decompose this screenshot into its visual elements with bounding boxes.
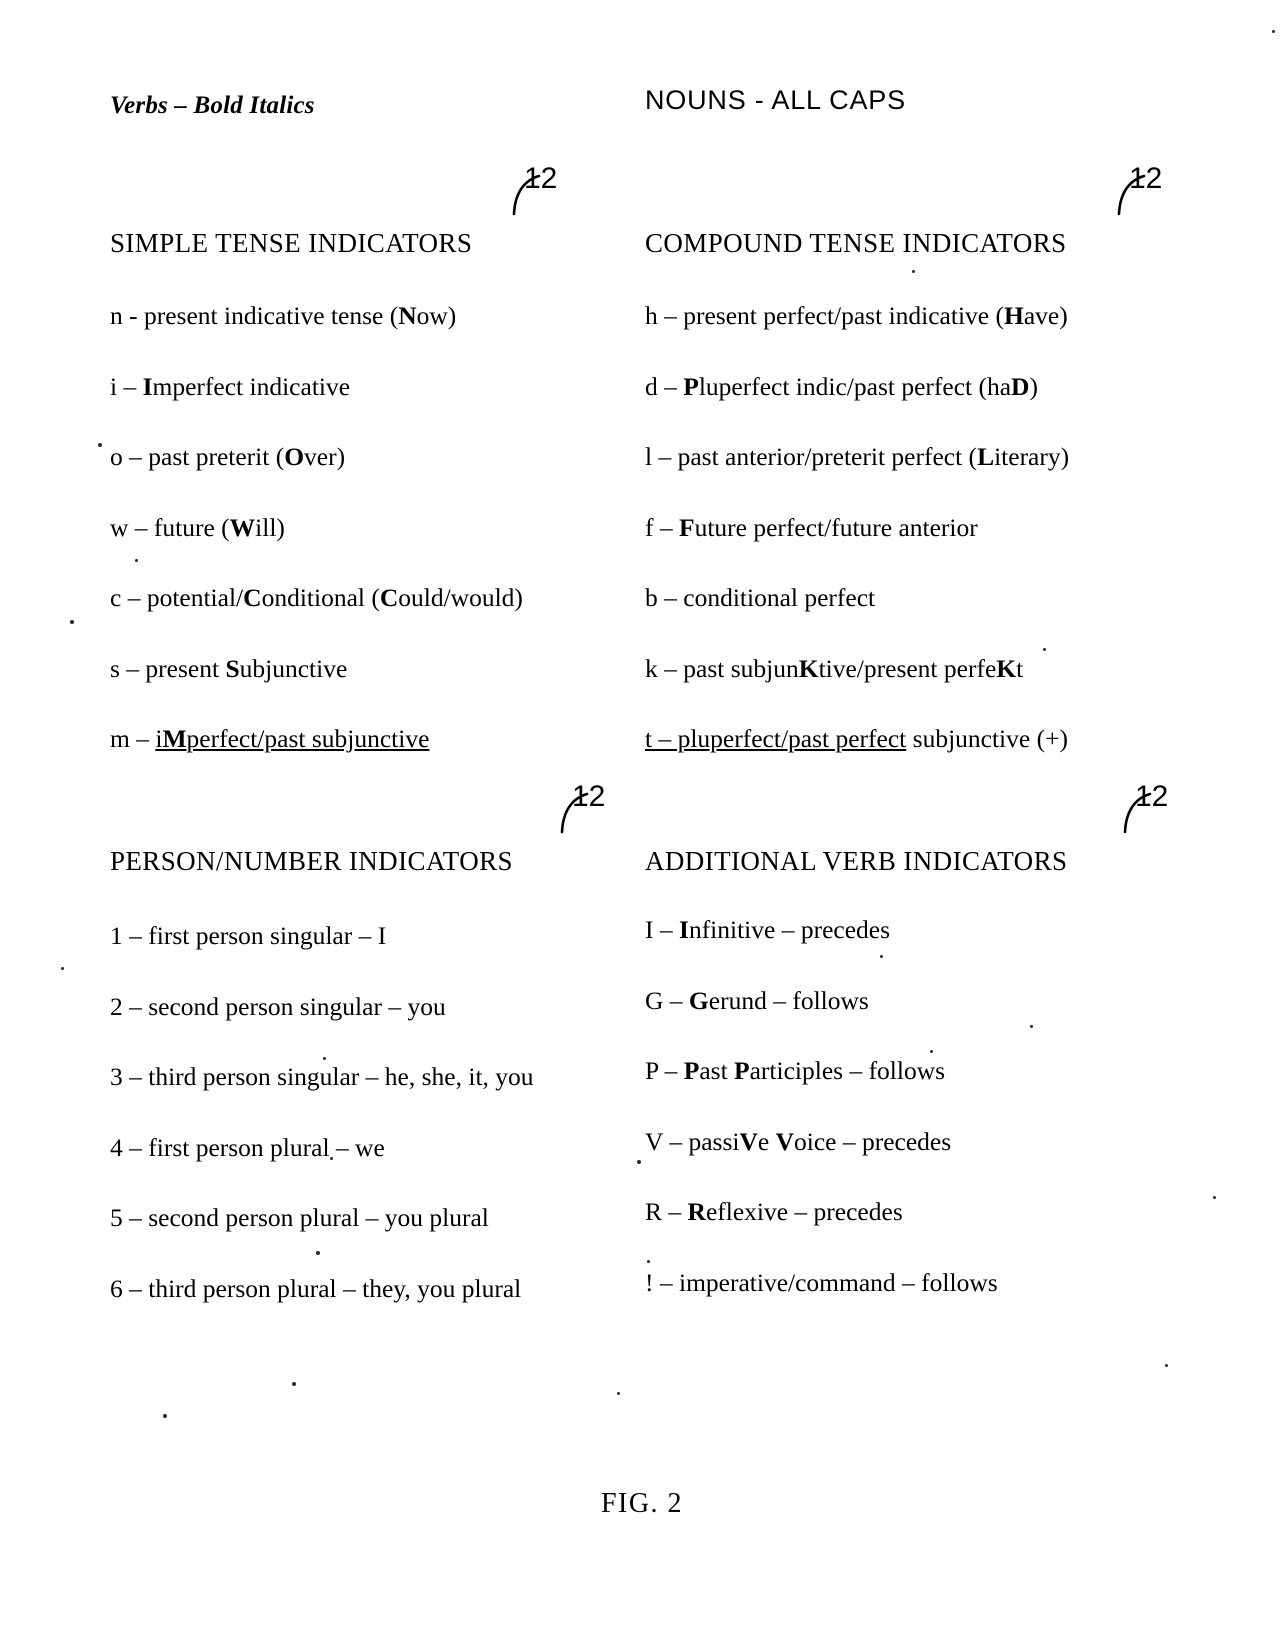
section-title-simple-tense: SIMPLE TENSE INDICATORS — [110, 228, 473, 258]
list-item: b – conditional perfect — [645, 583, 876, 612]
list-additional-verb: I – Infinitive – precedes G – Gerund – f… — [645, 917, 1067, 1295]
list-item: c – potential/Conditional (Could/would) — [110, 583, 523, 612]
scan-speck — [1165, 1364, 1168, 1367]
scan-speck — [330, 1157, 333, 1160]
section-compound-tense: COMPOUND TENSE INDICATORS 12 h – present… — [645, 164, 1162, 752]
list-item: 6 – third person plural – they, you plur… — [110, 1273, 522, 1303]
scan-speck — [617, 1392, 620, 1395]
list-item: ! – imperative/command – follows — [645, 1267, 998, 1297]
list-item: m – iMperfect/past subjunctive — [110, 724, 430, 753]
reference-numeral-label: 12 — [1135, 780, 1169, 813]
section-simple-tense: SIMPLE TENSE INDICATORS 12 n - present i… — [110, 164, 557, 752]
scan-speck — [316, 1251, 320, 1255]
list-person-number: 1 – first person singular – I 2 – second… — [110, 923, 534, 1301]
section-additional-verb: ADDITIONAL VERB INDICATORS 12 I – Infini… — [645, 782, 1168, 1295]
list-item: t – pluperfect/past perfect subjunctive … — [645, 724, 1068, 753]
list-item: G – Gerund – follows — [645, 985, 869, 1015]
reference-callout-person-number: 12 — [538, 780, 628, 864]
scan-speck — [1043, 648, 1046, 651]
list-item: 5 – second person plural – you plural — [110, 1203, 489, 1232]
reference-numeral-label: 12 — [524, 162, 558, 195]
scan-speck — [1213, 1196, 1216, 1199]
list-item: h – present perfect/past indicative (Hav… — [645, 301, 1068, 330]
scan-speck — [912, 270, 915, 273]
scan-speck — [292, 1382, 296, 1386]
figure-caption: FIG. 2 — [600, 1488, 684, 1519]
list-compound-tense: h – present perfect/past indicative (Hav… — [645, 303, 1069, 752]
list-item: k – past subjunKtive/present perfeKt — [645, 653, 1024, 683]
list-item: o – past preterit (Over) — [110, 442, 346, 471]
reference-callout-compound-tense: 12 — [1095, 162, 1185, 246]
list-item: f – Future perfect/future anterior — [645, 512, 978, 542]
scan-speck — [70, 620, 74, 624]
scan-speck — [163, 1414, 167, 1418]
list-item: 3 – third person singular – he, she, it,… — [110, 1062, 534, 1091]
scan-speck — [135, 559, 138, 562]
reference-numeral-label: 12 — [572, 780, 606, 813]
scan-speck — [61, 967, 64, 970]
list-item: V – passiVe Voice – precedes — [645, 1126, 952, 1156]
list-item: s – present Subjunctive — [110, 653, 348, 683]
list-item: P – Past Participles – follows — [645, 1056, 946, 1085]
list-item: i – Imperfect indicative — [110, 371, 351, 401]
section-title-additional-verb: ADDITIONAL VERB INDICATORS — [645, 846, 1068, 876]
leader-line-icon — [512, 174, 541, 216]
list-item: d – Pluperfect indic/past perfect (haD) — [645, 371, 1038, 401]
list-item: n - present indicative tense (Now) — [110, 301, 457, 330]
scan-speck — [930, 1050, 933, 1053]
leader-line-icon — [560, 792, 589, 834]
scan-speck — [637, 1160, 641, 1164]
reference-callout-simple-tense: 12 — [490, 162, 580, 246]
legend-nouns-all-caps: NOUNS - ALL CAPS — [645, 85, 906, 115]
scan-speck — [1030, 1025, 1033, 1028]
scan-speck — [98, 443, 102, 447]
reference-callout-additional-verb: 12 — [1101, 780, 1191, 864]
leader-line-icon — [1117, 174, 1146, 216]
list-item: w – future (Will) — [110, 512, 285, 542]
scan-speck — [647, 1260, 650, 1263]
reference-numeral-label: 12 — [1129, 162, 1163, 195]
list-item: I – Infinitive – precedes — [645, 915, 891, 944]
list-item: 4 – first person plural – we — [110, 1132, 385, 1162]
scan-speck — [880, 955, 883, 958]
section-title-person-number: PERSON/NUMBER INDICATORS — [110, 846, 513, 876]
scan-speck — [1272, 30, 1275, 33]
leader-line-icon — [1123, 792, 1152, 834]
list-item: R – Reflexive – precedes — [645, 1197, 903, 1226]
list-item: l – past anterior/preterit perfect (Lite… — [645, 442, 1070, 471]
section-title-compound-tense: COMPOUND TENSE INDICATORS — [645, 228, 1067, 258]
list-item: 1 – first person singular – I — [110, 921, 387, 950]
list-item: 2 – second person singular – you — [110, 991, 446, 1021]
patent-figure-page: Verbs – Bold Italics NOUNS - ALL CAPS SI… — [0, 0, 1284, 1643]
section-person-number: PERSON/NUMBER INDICATORS 12 1 – first pe… — [110, 782, 605, 1301]
list-simple-tense: n - present indicative tense (Now) i – I… — [110, 303, 523, 752]
scan-speck — [323, 1057, 326, 1060]
legend-verbs-bold-italics: Verbs – Bold Italics — [110, 92, 315, 119]
